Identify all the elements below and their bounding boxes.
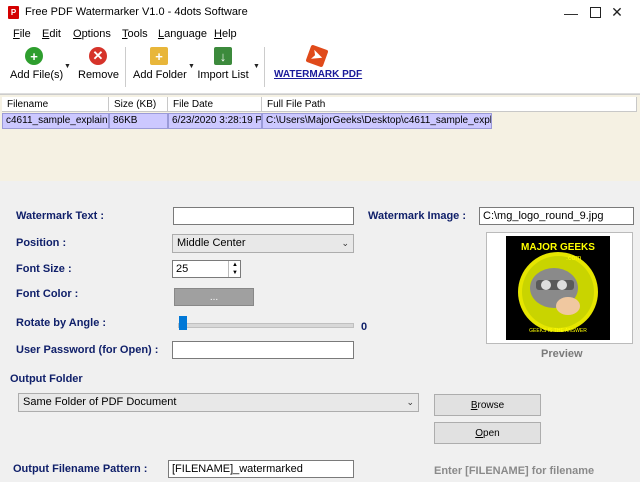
- folder-icon: +: [150, 47, 168, 65]
- position-select-value: Middle Center: [177, 237, 246, 249]
- logo-tagline: GEEKS IS THE ANSWER: [529, 328, 587, 334]
- chevron-down-icon: ⌄: [341, 238, 349, 248]
- column-header-full-path[interactable]: Full File Path: [262, 97, 637, 112]
- watermark-pdf-button[interactable]: ➤ WATERMARK PDF: [274, 44, 362, 80]
- watermark-arrow-icon: ➤: [305, 44, 329, 68]
- spinner-arrows-icon[interactable]: ▲ ▼: [228, 261, 241, 277]
- table-cell-size[interactable]: 86KB: [109, 113, 168, 129]
- import-list-dropdown-icon[interactable]: ▼: [253, 63, 260, 70]
- toolbar: + Add File(s) ▼ ✕ Remove + Add Folder ▼ …: [0, 43, 640, 94]
- filename-hint: Enter [FILENAME] for filename: [434, 465, 595, 477]
- user-password-input[interactable]: [172, 341, 354, 359]
- table-cell-filename[interactable]: c4611_sample_explain.pdf: [2, 113, 109, 129]
- font-color-button[interactable]: ...: [174, 288, 254, 306]
- close-icon[interactable]: ✕: [594, 0, 640, 25]
- column-header-size[interactable]: Size (KB): [109, 97, 168, 112]
- rotate-value: 0: [361, 321, 368, 333]
- menu-bar: File Edit Options Tools Language Help: [0, 25, 640, 43]
- rotate-slider-thumb[interactable]: [179, 316, 187, 330]
- menu-edit[interactable]: Edit: [42, 28, 61, 40]
- watermark-image-input[interactable]: C:\mg_logo_round_9.jpg: [479, 207, 634, 225]
- column-header-file-date[interactable]: File Date: [168, 97, 262, 112]
- watermark-preview-image: MAJOR GEEKS .com GEEKS IS THE ANSWER: [506, 236, 610, 340]
- logo-subtext: .com: [566, 255, 582, 262]
- table-cell-file-date[interactable]: 6/23/2020 3:28:19 PM: [168, 113, 262, 129]
- column-header-filename[interactable]: Filename: [2, 97, 109, 112]
- preview-label: Preview: [541, 348, 583, 360]
- toolbar-separator: [125, 47, 126, 87]
- browse-button[interactable]: Browse: [434, 394, 541, 416]
- font-size-value: 25: [176, 263, 189, 275]
- rotate-label: Rotate by Angle :: [16, 317, 107, 329]
- position-select[interactable]: Middle Center ⌄: [172, 234, 354, 253]
- position-label: Position :: [16, 237, 67, 249]
- menu-tools[interactable]: Tools: [122, 28, 148, 40]
- import-list-icon: ↓: [214, 47, 232, 65]
- font-size-label: Font Size :: [16, 263, 72, 275]
- user-password-label: User Password (for Open) :: [16, 344, 159, 356]
- logo-text: MAJOR GEEKS: [521, 242, 595, 253]
- menu-help[interactable]: Help: [214, 28, 237, 40]
- rotate-slider-track[interactable]: [178, 323, 354, 328]
- output-folder-label: Output Folder: [10, 373, 83, 385]
- preview-box: MAJOR GEEKS .com GEEKS IS THE ANSWER: [486, 232, 633, 344]
- add-folder-dropdown-icon[interactable]: ▼: [188, 63, 195, 70]
- menu-options[interactable]: Options: [73, 28, 111, 40]
- window-title: Free PDF Watermarker V1.0 - 4dots Softwa…: [25, 6, 248, 18]
- file-list-grid[interactable]: Filename Size (KB) File Date Full File P…: [0, 94, 640, 182]
- open-button[interactable]: Open: [434, 422, 541, 444]
- add-folder-button[interactable]: + Add Folder: [133, 47, 187, 81]
- menu-file[interactable]: File: [13, 28, 31, 40]
- title-bar: P Free PDF Watermarker V1.0 - 4dots Soft…: [0, 0, 640, 25]
- output-pattern-input[interactable]: [FILENAME]_watermarked: [168, 460, 354, 478]
- remove-icon: ✕: [89, 47, 107, 65]
- output-folder-value: Same Folder of PDF Document: [23, 396, 177, 408]
- font-color-label: Font Color :: [16, 288, 79, 300]
- add-files-button[interactable]: + Add File(s): [10, 47, 63, 81]
- chevron-down-icon: ⌄: [406, 397, 414, 407]
- output-folder-select[interactable]: Same Folder of PDF Document ⌄: [18, 393, 419, 412]
- add-files-dropdown-icon[interactable]: ▼: [64, 63, 71, 70]
- watermark-text-input[interactable]: [173, 207, 354, 225]
- toolbar-separator: [264, 47, 265, 87]
- watermark-image-label: Watermark Image :: [368, 210, 467, 222]
- watermark-text-label: Watermark Text :: [16, 210, 105, 222]
- pdf-app-icon: P: [8, 6, 19, 19]
- plus-icon: +: [25, 47, 43, 65]
- menu-language[interactable]: Language: [158, 28, 207, 40]
- output-pattern-label: Output Filename Pattern :: [13, 463, 148, 475]
- import-list-button[interactable]: ↓ Import List: [197, 47, 249, 81]
- remove-button[interactable]: ✕ Remove: [78, 47, 119, 81]
- table-cell-full-path[interactable]: C:\Users\MajorGeeks\Desktop\c4611_sample…: [262, 113, 492, 129]
